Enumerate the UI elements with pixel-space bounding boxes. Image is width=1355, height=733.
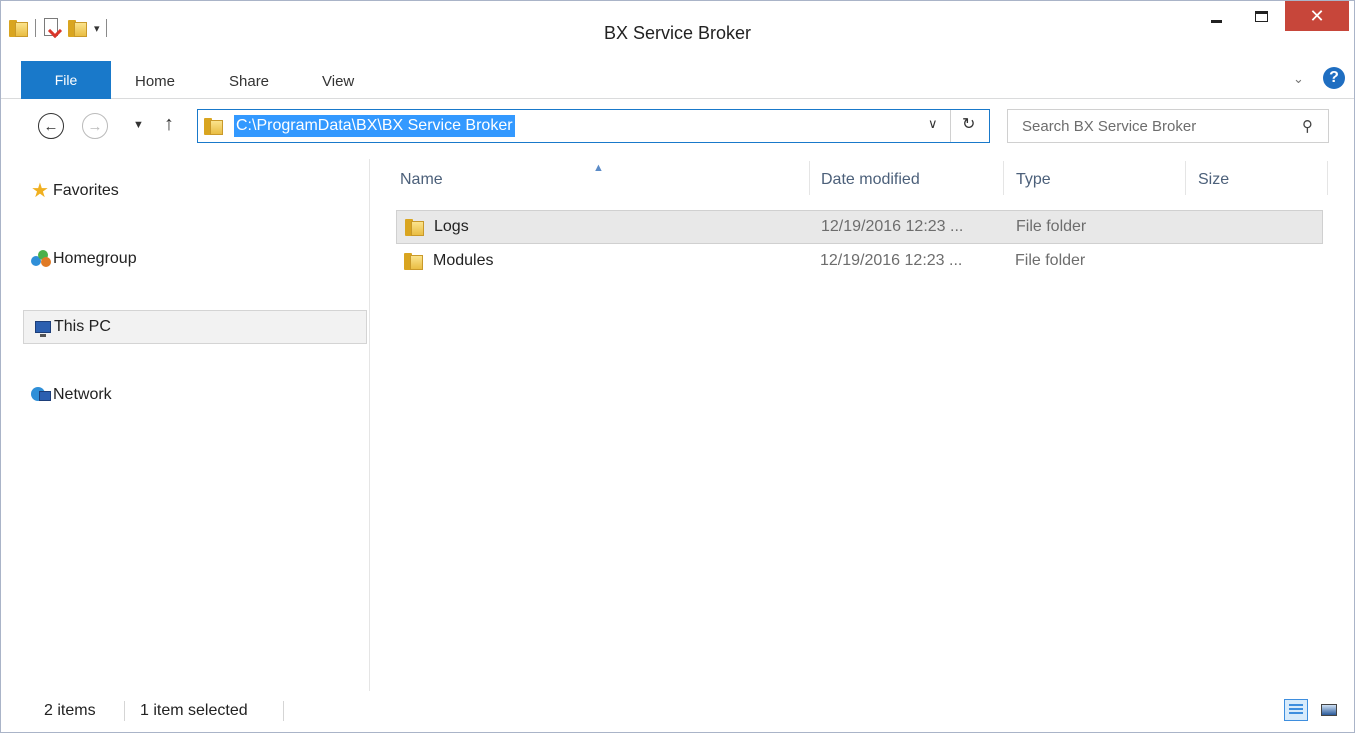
item-count: 2 items bbox=[44, 702, 96, 719]
star-icon: ★ bbox=[31, 180, 49, 202]
explorer-window: ▾ BX Service Broker ✕ File Home Share Vi… bbox=[0, 0, 1355, 733]
tab-view[interactable]: View bbox=[322, 73, 354, 90]
maximize-button[interactable] bbox=[1241, 1, 1281, 31]
maximize-icon bbox=[1254, 10, 1268, 22]
sidebar-item-label: Network bbox=[53, 386, 112, 403]
search-box[interactable]: Search BX Service Broker ⚲ bbox=[1007, 109, 1329, 143]
file-date-modified: 12/19/2016 12:23 ... bbox=[821, 218, 964, 235]
status-divider bbox=[283, 701, 284, 721]
folder-icon bbox=[404, 251, 424, 271]
sidebar-item-network[interactable]: Network bbox=[23, 378, 367, 412]
column-divider[interactable] bbox=[1185, 161, 1186, 195]
sort-ascending-icon: ▲ bbox=[593, 162, 604, 174]
tab-file[interactable]: File bbox=[21, 61, 111, 99]
details-view-icon bbox=[1289, 704, 1303, 716]
sidebar-item-this-pc[interactable]: This PC bbox=[23, 310, 367, 344]
selection-status: 1 item selected bbox=[140, 702, 248, 719]
forward-button[interactable]: → bbox=[82, 113, 108, 139]
window-title: BX Service Broker bbox=[603, 23, 752, 43]
address-bar[interactable]: C:\ProgramData\BX\BX Service Broker ∨ ↻ bbox=[197, 109, 990, 143]
file-date-modified: 12/19/2016 12:23 ... bbox=[820, 252, 963, 269]
search-icon[interactable]: ⚲ bbox=[1302, 117, 1313, 135]
status-bar: 2 items 1 item selected bbox=[1, 691, 1354, 732]
network-icon bbox=[31, 386, 51, 404]
column-header-date-modified[interactable]: Date modified bbox=[821, 171, 920, 197]
file-type: File folder bbox=[1016, 218, 1087, 235]
search-input[interactable]: Search BX Service Broker bbox=[1022, 118, 1196, 135]
navigation-pane: ★ Favorites Homegroup This PC Network bbox=[1, 159, 370, 691]
sidebar-item-homegroup[interactable]: Homegroup bbox=[23, 242, 367, 276]
recent-locations-dropdown[interactable]: ▼ bbox=[133, 119, 144, 131]
ribbon-tabs: File Home Share View ⌄ ? bbox=[1, 61, 1354, 99]
back-button[interactable]: ← bbox=[38, 113, 64, 139]
tab-share[interactable]: Share bbox=[229, 73, 269, 90]
expand-ribbon-icon[interactable]: ⌄ bbox=[1293, 71, 1304, 87]
arrow-left-icon: ← bbox=[43, 117, 59, 135]
table-row[interactable]: Modules 12/19/2016 12:23 ... File folder bbox=[396, 245, 1323, 279]
tab-home[interactable]: Home bbox=[135, 73, 175, 90]
close-button[interactable]: ✕ bbox=[1285, 1, 1349, 31]
column-header-name[interactable]: Name bbox=[400, 171, 443, 197]
file-type: File folder bbox=[1015, 252, 1086, 269]
address-divider bbox=[950, 110, 951, 142]
sidebar-item-favorites[interactable]: ★ Favorites bbox=[23, 174, 367, 208]
column-header-size[interactable]: Size bbox=[1198, 171, 1229, 197]
file-list: ▲ Name Date modified Type Size Logs 12/1… bbox=[371, 159, 1354, 691]
close-icon: ✕ bbox=[1309, 5, 1325, 26]
address-input[interactable]: C:\ProgramData\BX\BX Service Broker bbox=[234, 115, 515, 137]
column-divider[interactable] bbox=[809, 161, 810, 195]
sidebar-item-label: Homegroup bbox=[53, 250, 137, 267]
details-view-button[interactable] bbox=[1284, 699, 1308, 721]
arrow-right-icon: → bbox=[87, 117, 103, 135]
sidebar-item-label: This PC bbox=[54, 318, 111, 335]
title-bar: ▾ BX Service Broker ✕ bbox=[1, 1, 1354, 61]
sidebar-item-label: Favorites bbox=[53, 182, 119, 199]
table-row[interactable]: Logs 12/19/2016 12:23 ... File folder bbox=[396, 210, 1323, 244]
column-divider[interactable] bbox=[1003, 161, 1004, 195]
file-name: Modules bbox=[433, 252, 494, 269]
status-divider bbox=[124, 701, 125, 721]
minimize-button[interactable] bbox=[1196, 1, 1236, 31]
address-history-dropdown[interactable]: ∨ bbox=[928, 116, 938, 132]
file-name: Logs bbox=[434, 218, 469, 235]
large-icons-view-button[interactable] bbox=[1317, 699, 1341, 721]
computer-icon bbox=[32, 319, 52, 337]
folder-icon bbox=[405, 217, 425, 237]
folder-icon bbox=[204, 116, 224, 136]
refresh-icon[interactable]: ↻ bbox=[962, 114, 975, 134]
minimize-icon bbox=[1210, 19, 1222, 23]
up-button[interactable]: ↑ bbox=[164, 113, 174, 136]
help-icon[interactable]: ? bbox=[1323, 67, 1345, 89]
column-divider[interactable] bbox=[1327, 161, 1328, 195]
large-icons-view-icon bbox=[1321, 704, 1337, 716]
column-header-type[interactable]: Type bbox=[1016, 171, 1051, 197]
navigation-bar: ← → ▼ ↑ C:\ProgramData\BX\BX Service Bro… bbox=[1, 99, 1354, 159]
homegroup-icon bbox=[31, 250, 51, 268]
